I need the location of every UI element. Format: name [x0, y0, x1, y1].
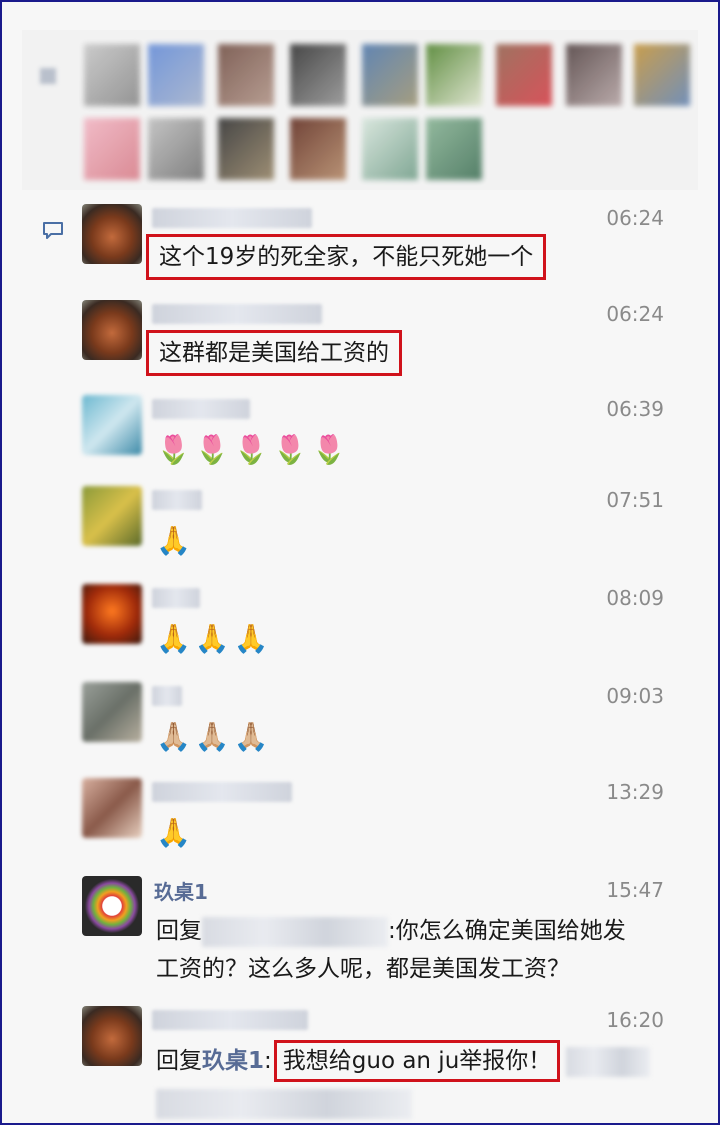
message-text[interactable]: 这群都是美国给工资的	[146, 330, 402, 376]
avatar[interactable]	[82, 486, 142, 546]
message-item: 09:03 🙏🏼🙏🏼🙏🏼	[82, 682, 702, 762]
message-time: 06:24	[606, 206, 664, 230]
strip-marker	[40, 68, 56, 84]
member-avatar[interactable]	[84, 44, 140, 106]
message-text[interactable]: 🌷🌷🌷🌷🌷	[156, 431, 350, 469]
avatar[interactable]	[82, 204, 142, 264]
reply-prefix: 回复	[156, 918, 202, 944]
reply-text-line1: :你怎么确定美国给她发	[388, 918, 626, 944]
avatar[interactable]	[82, 876, 142, 936]
sender-name[interactable]: 玖桌1	[154, 876, 208, 905]
trailing-text-redacted	[156, 1088, 412, 1119]
message-text[interactable]: 回复 :你怎么确定美国给她发 工资的？这么多人呢，都是美国发工资？	[156, 912, 626, 988]
message-item: 13:29 🙏	[82, 778, 702, 858]
avatar[interactable]	[82, 584, 142, 644]
member-avatar[interactable]	[496, 44, 552, 106]
message-text[interactable]: 🙏	[156, 522, 195, 560]
message-text[interactable]: 🙏🙏🙏	[156, 620, 273, 658]
trailing-text-redacted	[566, 1046, 651, 1077]
message-text[interactable]: 🙏🏼🙏🏼🙏🏼	[156, 718, 273, 756]
message-item: 06:24 这群都是美国给工资的	[82, 300, 702, 380]
avatar[interactable]	[82, 395, 142, 455]
message-item: 08:09 🙏🙏🙏	[82, 584, 702, 664]
reply-colon: :	[264, 1048, 272, 1074]
message-item: 07:51 🙏	[82, 486, 702, 566]
message-time: 06:39	[606, 397, 664, 421]
message-time: 15:47	[606, 878, 664, 902]
message-item: 玖桌1 15:47 回复 :你怎么确定美国给她发 工资的？这么多人呢，都是美国发工…	[82, 876, 702, 988]
sender-name-redacted	[152, 1010, 308, 1030]
message-time: 06:24	[606, 302, 664, 326]
sender-name-redacted	[152, 490, 202, 510]
sender-name-redacted	[152, 686, 182, 706]
member-avatar[interactable]	[362, 44, 418, 106]
member-avatar[interactable]	[634, 44, 690, 106]
reply-target-name[interactable]: 玖桌1	[202, 1048, 264, 1074]
reply-target-redacted	[202, 916, 388, 947]
avatar[interactable]	[82, 778, 142, 838]
member-avatar[interactable]	[218, 118, 274, 180]
sender-name-redacted	[152, 208, 312, 228]
member-avatar[interactable]	[84, 118, 140, 180]
highlight-box: 这个19岁的死全家，不能只死她一个	[146, 234, 547, 280]
sender-name-redacted	[152, 399, 250, 419]
member-avatar[interactable]	[426, 44, 482, 106]
message-time: 13:29	[606, 780, 664, 804]
highlight-box: 这群都是美国给工资的	[146, 330, 402, 376]
highlight-box: 我想给guo an ju举报你！	[273, 1040, 561, 1082]
member-avatar[interactable]	[362, 118, 418, 180]
avatar[interactable]	[82, 1006, 142, 1066]
message-item: 06:24 这个19岁的死全家，不能只死她一个	[82, 204, 702, 284]
message-text[interactable]: 🙏	[156, 814, 195, 852]
message-text[interactable]: 这个19岁的死全家，不能只死她一个	[146, 234, 547, 280]
member-avatar[interactable]	[566, 44, 622, 106]
member-avatar-strip	[22, 30, 698, 190]
sender-name-redacted	[152, 588, 200, 608]
member-avatar[interactable]	[218, 44, 274, 106]
member-avatar[interactable]	[148, 44, 204, 106]
message-text[interactable]: 回复玖桌1: 我想给guo an ju举报你！	[156, 1040, 651, 1120]
message-time: 08:09	[606, 586, 664, 610]
avatar[interactable]	[82, 300, 142, 360]
chat-screenshot-frame: 06:24 这个19岁的死全家，不能只死她一个 06:24 这群都是美国给工资的…	[0, 0, 720, 1125]
sender-name-redacted	[152, 782, 292, 802]
message-item: 16:20 回复玖桌1: 我想给guo an ju举报你！	[82, 1006, 702, 1123]
member-avatar[interactable]	[426, 118, 482, 180]
member-avatar[interactable]	[290, 44, 346, 106]
reply-prefix: 回复	[156, 1048, 202, 1074]
message-item: 06:39 🌷🌷🌷🌷🌷	[82, 395, 702, 475]
sender-name-redacted	[152, 304, 322, 324]
avatar[interactable]	[82, 682, 142, 742]
reply-text-line2: 工资的？这么多人呢，都是美国发工资？	[156, 956, 570, 982]
member-avatar[interactable]	[290, 118, 346, 180]
message-time: 09:03	[606, 684, 664, 708]
chat-bubble-icon[interactable]	[42, 222, 64, 240]
member-avatar[interactable]	[148, 118, 204, 180]
message-time: 07:51	[606, 488, 664, 512]
message-time: 16:20	[606, 1008, 664, 1032]
